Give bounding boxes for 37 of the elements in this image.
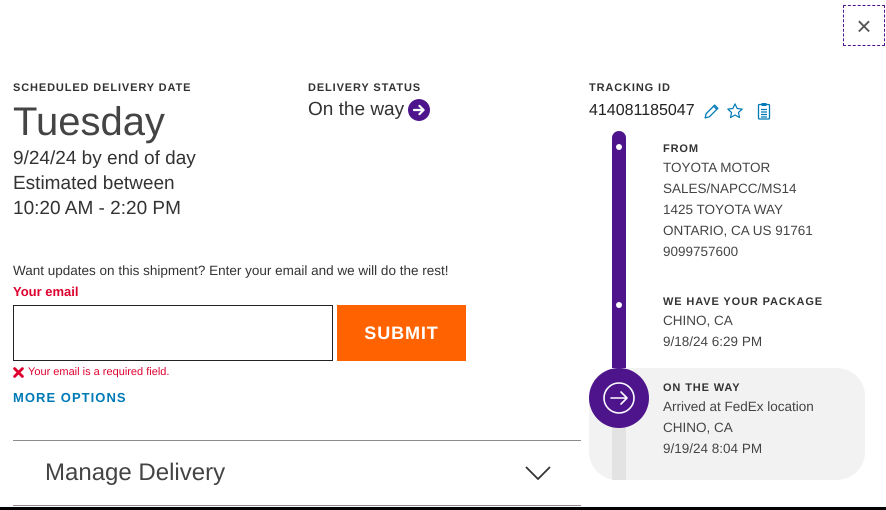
email-input[interactable] bbox=[13, 305, 333, 361]
pencil-icon[interactable] bbox=[702, 102, 720, 120]
delivery-status: On the way bbox=[308, 98, 404, 122]
event-title: WE HAVE YOUR PACKAGE bbox=[663, 295, 824, 310]
email-label: Your email bbox=[13, 283, 80, 301]
tracking-number: 414081185047 bbox=[589, 101, 695, 121]
event-detail: CHINO, CA bbox=[663, 419, 734, 437]
event-detail: 9/18/24 6:29 PM bbox=[663, 333, 764, 351]
error-message: Your email is a required field. bbox=[28, 365, 170, 379]
timeline-track bbox=[612, 428, 626, 480]
event-detail: 9099757600 bbox=[663, 243, 740, 261]
email-prompt: Want updates on this shipment? Enter your email and we will do the rest! bbox=[13, 262, 450, 280]
arrow-right-icon bbox=[408, 99, 430, 121]
section-heading: DELIVERY STATUS bbox=[308, 81, 422, 96]
chevron-down-icon bbox=[525, 466, 551, 480]
arrow-right-icon bbox=[602, 381, 636, 415]
clipboard-icon[interactable] bbox=[756, 102, 772, 120]
error-icon bbox=[13, 366, 24, 378]
section-heading: TRACKING ID bbox=[589, 81, 672, 96]
event-detail: 1425 TOYOTA WAY bbox=[663, 201, 784, 219]
event-detail: TOYOTA MOTOR bbox=[663, 159, 772, 177]
star-icon[interactable] bbox=[726, 102, 744, 120]
section-heading: SCHEDULED DELIVERY DATE bbox=[13, 81, 192, 96]
delivery-day: Tuesday bbox=[13, 98, 308, 146]
event-detail: 9/19/24 8:04 PM bbox=[663, 440, 764, 458]
close-button[interactable]: × bbox=[843, 5, 885, 46]
manage-delivery-toggle[interactable]: Manage Delivery bbox=[13, 440, 581, 506]
delivery-date: 9/24/24 by end of day bbox=[13, 147, 197, 171]
event-title: FROM bbox=[663, 142, 700, 157]
delivery-window: 10:20 AM - 2:20 PM bbox=[13, 196, 308, 221]
more-options-link[interactable]: MORE OPTIONS bbox=[13, 389, 127, 407]
event-detail: CHINO, CA bbox=[663, 312, 734, 330]
estimate-label: Estimated between bbox=[13, 172, 176, 196]
event-detail: Arrived at FedEx location bbox=[663, 398, 814, 416]
event-detail: ONTARIO, CA US 91761 bbox=[663, 222, 813, 240]
event-detail: SALES/NAPCC/MS14 bbox=[663, 180, 798, 198]
event-title: ON THE WAY bbox=[663, 381, 742, 396]
